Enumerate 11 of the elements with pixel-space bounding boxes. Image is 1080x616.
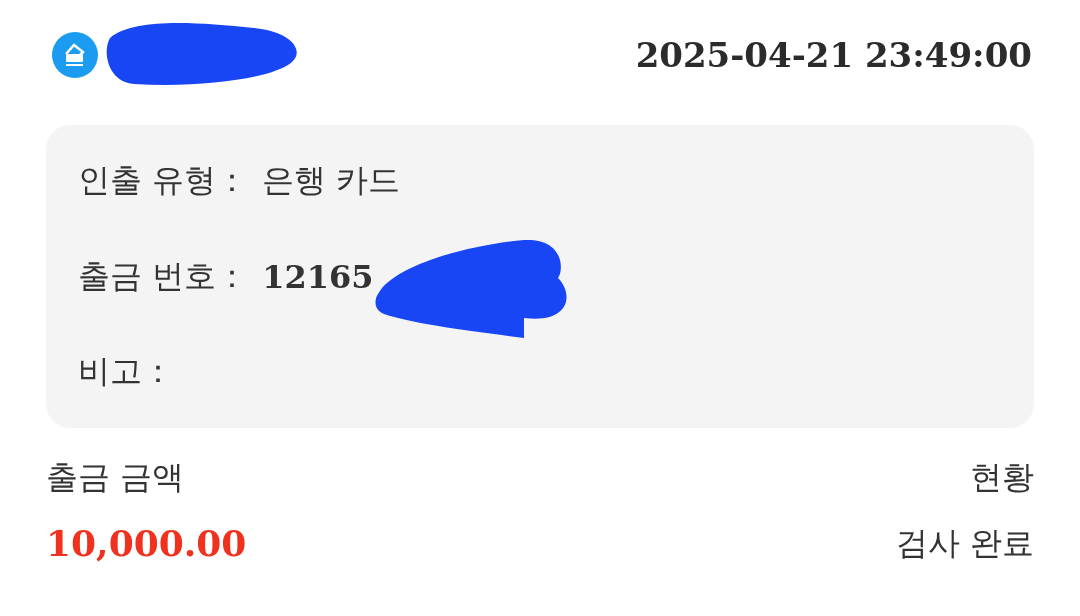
amount-value: 10,000.00 <box>46 522 247 564</box>
field-label: 비고： <box>78 351 174 392</box>
field-value: 은행 카드 <box>262 161 401 199</box>
card-icon <box>52 32 98 78</box>
field-label: 출금 번호： <box>78 255 249 297</box>
amount-label: 출금 금액 <box>46 457 186 498</box>
status-label: 현황 <box>970 457 1034 498</box>
status-value: 검사 완료 <box>895 523 1034 564</box>
date-time: 2025-04-21 23:49:00 <box>635 35 1032 75</box>
field-value: 12165 <box>262 257 374 296</box>
field-label: 인출 유형： <box>78 160 249 201</box>
